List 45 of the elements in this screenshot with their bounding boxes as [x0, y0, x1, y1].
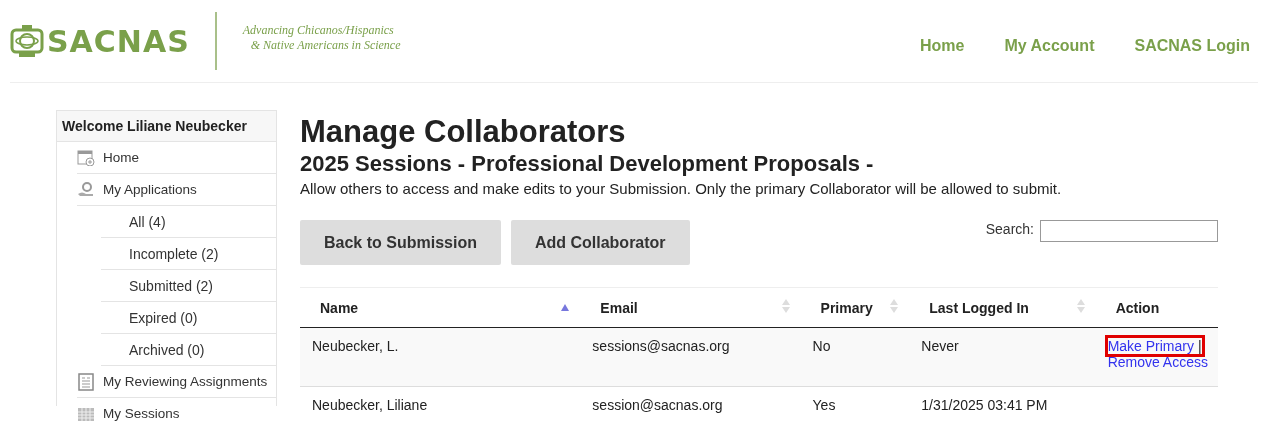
sidebar-subitem[interactable]: Expired (0)	[129, 309, 198, 326]
table-cell: session@sacnas.org	[580, 386, 801, 424]
table-cell: sessions@sacnas.org	[580, 327, 801, 387]
search-field[interactable]	[1040, 220, 1218, 242]
page-title: Manage Collaborators	[300, 113, 627, 150]
sort-icon[interactable]	[1075, 298, 1086, 314]
sidebar-item[interactable]: My Sessions	[103, 406, 180, 421]
logo-text: SACNAS	[47, 23, 190, 59]
sort-ascending-icon[interactable]	[560, 302, 571, 313]
sort-icon[interactable]	[889, 298, 900, 314]
sidebar-item[interactable]: My Applications	[103, 182, 197, 197]
action-button[interactable]: Back to Submission	[300, 220, 501, 265]
page-subtitle: 2025 Sessions - Professional Development Proposals -	[300, 150, 875, 178]
calendar-add-icon	[77, 149, 95, 166]
sidebar-subitem[interactable]: Incomplete (2)	[129, 245, 219, 262]
calendar-icon	[77, 405, 95, 422]
table-cell: Never	[909, 327, 1096, 387]
column-header[interactable]: Primary	[820, 299, 873, 316]
sidebar-subitem[interactable]: Archived (0)	[129, 341, 205, 358]
sort-icon[interactable]	[780, 298, 791, 314]
search-label: Search:	[985, 221, 1034, 239]
column-header[interactable]: Last Logged In	[929, 299, 1029, 316]
sidebar-subitem[interactable]: All (4)	[129, 213, 166, 230]
sidebar-item[interactable]: My Reviewing Assignments	[103, 374, 268, 389]
tagline-text: & Native Americans in Science	[249, 38, 401, 53]
sidebar-item[interactable]: Home	[103, 150, 139, 165]
table-cell: Neubecker, L.	[300, 327, 581, 387]
action-link[interactable]: Make Primary	[1107, 338, 1194, 354]
action-link[interactable]: Remove Access	[1107, 354, 1208, 370]
logo-emblem-icon	[10, 24, 44, 58]
table-cell: 1/31/2025 03:41 PM	[909, 386, 1096, 424]
document-icon	[78, 372, 94, 391]
hand-gear-icon	[77, 181, 95, 198]
sidebar-subitem[interactable]: Submitted (2)	[129, 277, 214, 294]
column-header[interactable]: Name	[320, 299, 359, 316]
table-cell: Neubecker, Liliane	[300, 386, 581, 424]
separator-text: |	[1197, 338, 1202, 354]
description-text: Allow others to access and make edits to your Submission. Only the primary Collaborator will be allowed to submit.	[300, 180, 1063, 197]
column-header[interactable]: Action	[1115, 299, 1160, 316]
action-button[interactable]: Add Collaborator	[510, 220, 690, 265]
welcome-heading: Welcome Liliane Neubecker	[57, 111, 276, 142]
table-cell: No	[800, 327, 910, 387]
column-header[interactable]: Email	[600, 299, 638, 316]
tagline-text: Advancing Chicanos/Hispanics	[242, 23, 395, 38]
table-cell: Yes	[800, 386, 910, 424]
